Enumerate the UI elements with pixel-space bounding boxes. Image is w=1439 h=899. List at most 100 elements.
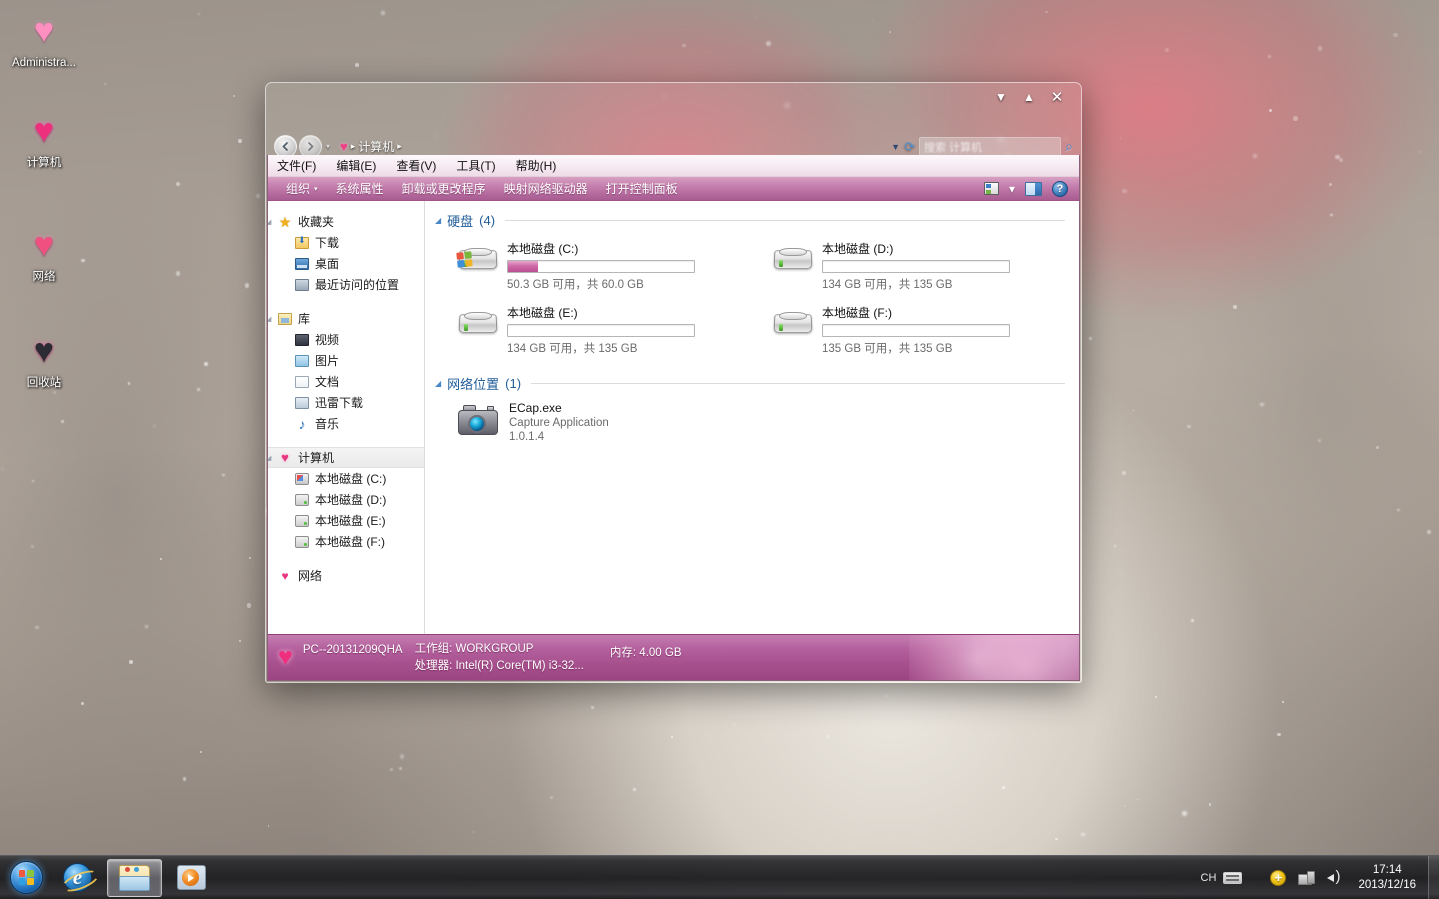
help-button[interactable]: ? [1047, 180, 1073, 197]
drive-capacity-c: 50.3 GB 可用，共 60.0 GB [507, 279, 644, 291]
security-shield-icon[interactable] [1270, 869, 1287, 886]
sidebar-item-documents[interactable]: 文档 [268, 371, 424, 392]
search-input[interactable]: 搜索 计算机 [918, 137, 1062, 156]
drive-icon [457, 308, 499, 341]
desktop-icon-4[interactable]: ♥ 回收站 [6, 328, 82, 390]
breadcrumb-item-computer[interactable]: 计算机 [358, 138, 394, 155]
group-divider [505, 220, 1065, 221]
keyboard-icon[interactable] [1223, 871, 1243, 884]
system-drive-icon [294, 471, 310, 487]
explorer-window[interactable]: ▼ ▲ ✕ ▾ ♥ ▸ 计算机 ▸ ▼ ⟳ 搜索 计算机 ⌕ 文件(F) 编辑(… [265, 82, 1082, 683]
taskbar-item-windows-explorer[interactable] [107, 858, 162, 897]
refresh-icon[interactable]: ⟳ [904, 139, 915, 155]
desktop-icon [294, 256, 310, 272]
sidebar-item-recent-places[interactable]: 最近访问的位置 [268, 274, 424, 295]
status-memory: 内存: 4.00 GB [609, 646, 682, 659]
organize-button[interactable]: 组织 ▾ [277, 180, 327, 197]
view-dropdown-button[interactable]: ▾ [1004, 182, 1020, 196]
close-button[interactable]: ✕ [1043, 87, 1071, 107]
sidebar-item-drive-e[interactable]: 本地磁盘 (E:) [268, 510, 424, 531]
menu-tools[interactable]: 工具(T) [456, 157, 506, 174]
navigation-pane[interactable]: ◢ ★ 收藏夹 下载 桌面 最近访问的位置 ◢ [268, 201, 425, 634]
downloads-folder-icon [294, 235, 310, 251]
sidebar-item-drive-c[interactable]: 本地磁盘 (C:) [268, 468, 424, 489]
clock[interactable]: 17:14 2013/12/16 [1356, 863, 1426, 893]
expander-icon[interactable]: ◢ [268, 315, 271, 323]
group-count-network-locations: (1) [505, 376, 522, 391]
preview-pane-icon [1025, 181, 1042, 196]
sidebar-item-music[interactable]: ♪ 音乐 [268, 413, 424, 434]
volume-icon[interactable] [1327, 868, 1344, 885]
drive-name-d: 本地磁盘 (D:) [822, 242, 894, 256]
drive-tile-f[interactable]: 本地磁盘 (F:) 135 GB 可用，共 135 GB [750, 298, 1065, 362]
desktop-icon-1[interactable]: ♥ Administra... [6, 8, 82, 70]
thunder-download-icon [294, 395, 310, 411]
network-item-ecap[interactable]: ECap.exe Capture Application 1.0.1.4 [435, 397, 1065, 443]
show-desktop-button[interactable] [1428, 856, 1439, 899]
map-network-drive-button[interactable]: 映射网络驱动器 [495, 180, 597, 197]
search-icon[interactable]: ⌕ [1065, 138, 1073, 155]
group-header-network-locations[interactable]: ◢ 网络位置 (1) [435, 374, 1065, 393]
expander-icon[interactable]: ◢ [268, 454, 271, 462]
group-header-harddisks[interactable]: ◢ 硬盘 (4) [435, 211, 1065, 230]
drive-tile-d[interactable]: 本地磁盘 (D:) 134 GB 可用，共 135 GB [750, 234, 1065, 298]
start-orb-icon [9, 861, 43, 894]
menu-edit[interactable]: 编辑(E) [336, 157, 387, 174]
maximize-button[interactable]: ▲ [1015, 87, 1043, 107]
minimize-button[interactable]: ▼ [987, 87, 1015, 107]
file-list-pane[interactable]: ◢ 硬盘 (4) 本地磁盘 (C:) 50.3 GB 可用，共 60.0 GB … [425, 201, 1079, 634]
sidebar-item-computer[interactable]: ◢ ♥ 计算机 [268, 447, 424, 468]
group-divider [531, 383, 1065, 384]
group-title-network-locations: 网络位置 [447, 377, 500, 392]
drive-tile-e[interactable]: 本地磁盘 (E:) 134 GB 可用，共 135 GB [435, 298, 750, 362]
window-titlebar[interactable]: ▼ ▲ ✕ [266, 83, 1081, 132]
sidebar-item-favorites[interactable]: ◢ ★ 收藏夹 [268, 211, 424, 232]
menu-file[interactable]: 文件(F) [277, 157, 327, 174]
desktop-icon-3[interactable]: ♥ 网络 [6, 222, 82, 284]
change-view-button[interactable] [979, 182, 1004, 195]
menu-help[interactable]: 帮助(H) [516, 157, 568, 174]
network-icon[interactable] [1298, 870, 1316, 885]
uninstall-change-program-button[interactable]: 卸载或更改程序 [393, 180, 495, 197]
documents-library-icon [294, 374, 310, 390]
history-dropdown-icon[interactable]: ▾ [326, 142, 330, 151]
system-properties-button[interactable]: 系统属性 [327, 180, 393, 197]
sidebar-item-downloads[interactable]: 下载 [268, 232, 424, 253]
internet-explorer-icon [63, 863, 92, 892]
search-area[interactable]: ▼ ⟳ 搜索 计算机 [891, 136, 1062, 157]
drive-usage-bar-c [507, 260, 695, 273]
breadcrumb-root-icon[interactable]: ♥ [340, 139, 348, 154]
collapse-triangle-icon[interactable]: ◢ [435, 216, 441, 225]
desktop-icon-label: Administra... [12, 57, 76, 69]
sidebar-item-libraries[interactable]: ◢ 库 [268, 308, 424, 329]
drive-tile-c[interactable]: 本地磁盘 (C:) 50.3 GB 可用，共 60.0 GB [435, 234, 750, 298]
ime-indicator[interactable]: CH [1195, 871, 1249, 884]
taskbar-item-internet-explorer[interactable] [50, 859, 105, 897]
expander-icon[interactable]: ◢ [268, 218, 271, 226]
start-button[interactable] [3, 858, 49, 898]
menu-view[interactable]: 查看(V) [396, 157, 447, 174]
drive-icon [294, 492, 310, 508]
sidebar-item-pictures[interactable]: 图片 [268, 350, 424, 371]
open-control-panel-button[interactable]: 打开控制面板 [597, 180, 687, 197]
chevron-down-icon[interactable]: ▼ [891, 142, 900, 152]
network-heart-icon: ♥ [281, 568, 289, 583]
taskbar: CH 17:14 2013/12/16 [0, 855, 1439, 899]
collapse-triangle-icon[interactable]: ◢ [435, 379, 441, 388]
system-tray: CH 17:14 2013/12/16 [1195, 856, 1439, 899]
computer-heart-icon: ♥ [33, 112, 55, 150]
sidebar-item-videos[interactable]: 视频 [268, 329, 424, 350]
taskbar-item-media-player[interactable] [164, 859, 219, 897]
command-toolbar: 组织 ▾ 系统属性 卸载或更改程序 映射网络驱动器 打开控制面板 ▾ ? [268, 177, 1079, 201]
chevron-down-icon: ▾ [314, 185, 318, 193]
sidebar-item-desktop[interactable]: 桌面 [268, 253, 424, 274]
preview-pane-button[interactable] [1020, 181, 1047, 196]
menu-bar: 文件(F) 编辑(E) 查看(V) 工具(T) 帮助(H) [268, 155, 1079, 177]
drive-name-e: 本地磁盘 (E:) [507, 306, 578, 320]
sidebar-item-network[interactable]: ♥ 网络 [268, 565, 424, 586]
sidebar-item-drive-d[interactable]: 本地磁盘 (D:) [268, 489, 424, 510]
desktop-icon-label: 网络 [32, 271, 56, 283]
sidebar-item-drive-f[interactable]: 本地磁盘 (F:) [268, 531, 424, 552]
desktop-icon-2[interactable]: ♥ 计算机 [6, 108, 82, 170]
sidebar-item-thunder-download[interactable]: 迅雷下载 [268, 392, 424, 413]
